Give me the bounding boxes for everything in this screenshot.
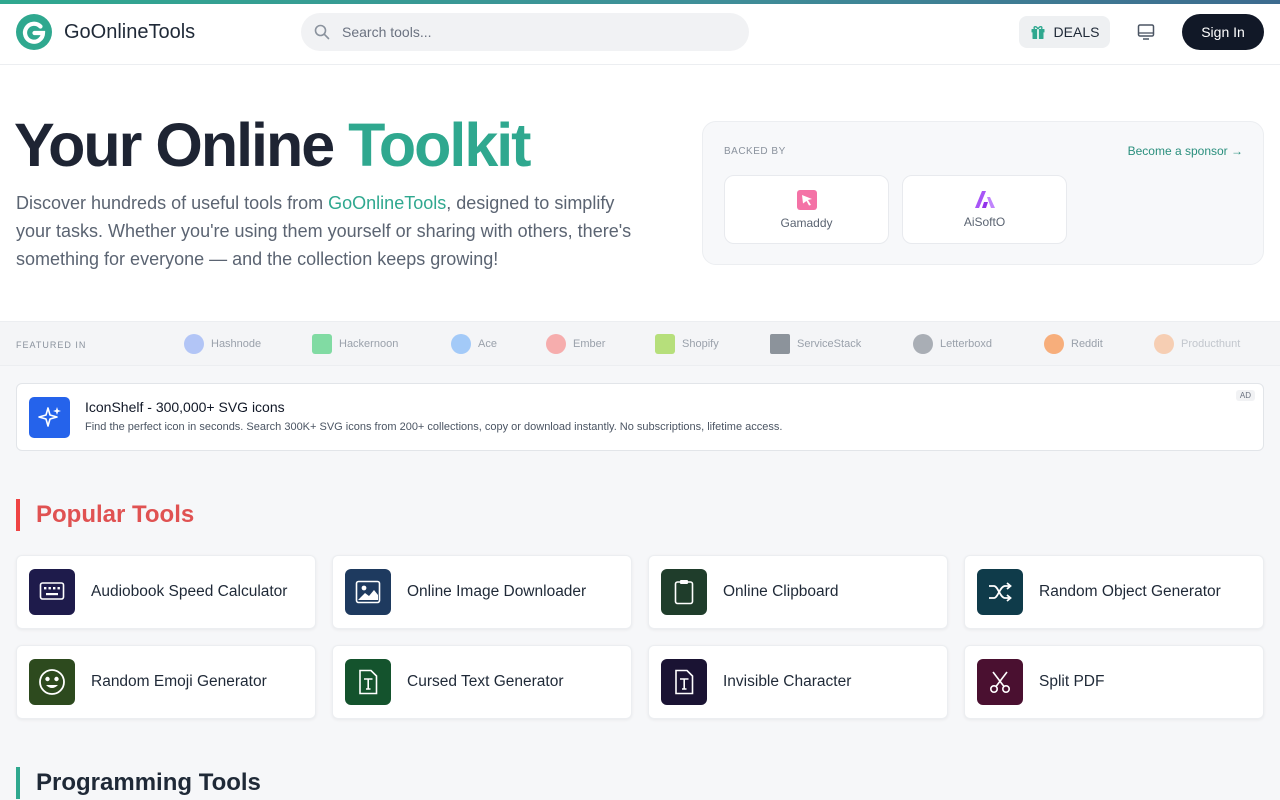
deals-button[interactable]: DEALS: [1019, 16, 1110, 48]
site-header: GoOnlineTools DEALS Sign In: [0, 4, 1280, 65]
clipboard-icon: [661, 569, 707, 615]
sign-in-button[interactable]: Sign In: [1182, 14, 1264, 50]
hero-description: Discover hundreds of useful tools from G…: [16, 193, 632, 269]
tool-label: Random Emoji Generator: [91, 673, 267, 690]
brand-name: GoOnlineTools: [64, 20, 196, 43]
gamaddy-logo-icon: [796, 189, 817, 210]
featured-item-ace[interactable]: Ace: [451, 334, 497, 354]
featured-item-producthunt[interactable]: Producthunt: [1154, 334, 1240, 354]
tool-card-online-image-downloader[interactable]: Online Image Downloader: [332, 555, 632, 629]
featured-item-servicestack[interactable]: ServiceStack: [770, 334, 861, 354]
tool-card-audiobook-speed-calculator[interactable]: Audiobook Speed Calculator: [16, 555, 316, 629]
ad-badge: AD: [1235, 390, 1255, 401]
hackernoon-icon: [312, 334, 332, 354]
popular-tools-heading: Popular Tools: [16, 499, 194, 531]
deals-label: DEALS: [1053, 24, 1100, 40]
producthunt-icon: [1154, 334, 1174, 354]
featured-item-hashnode[interactable]: Hashnode: [184, 334, 261, 354]
tool-label: Random Object Generator: [1039, 583, 1221, 600]
featured-in-label: FEATURED IN: [16, 340, 87, 350]
hero-brand-link[interactable]: GoOnlineTools: [328, 193, 446, 213]
shopify-bag-icon: [655, 334, 675, 354]
featured-item-shopify[interactable]: Shopify: [655, 334, 719, 354]
brand-g-icon: [16, 14, 52, 50]
scissors-icon: [977, 659, 1023, 705]
tool-label: Audiobook Speed Calculator: [91, 583, 288, 600]
tool-card-cursed-text-generator[interactable]: Cursed Text Generator: [332, 645, 632, 719]
featured-item-reddit[interactable]: Reddit: [1044, 334, 1103, 354]
text-file-icon: [345, 659, 391, 705]
cloud-icon: [451, 334, 471, 354]
letterboxd-icon: [913, 334, 933, 354]
tool-card-random-emoji-generator[interactable]: Random Emoji Generator: [16, 645, 316, 719]
text-file-icon: [661, 659, 707, 705]
servicestack-icon: [770, 334, 790, 354]
featured-in-strip: FEATURED IN Hashnode Hackernoon Ace Embe…: [0, 321, 1280, 366]
aisofto-logo-icon: [974, 190, 995, 208]
tool-label: Split PDF: [1039, 673, 1105, 690]
search-icon: [314, 24, 330, 40]
tool-card-invisible-character[interactable]: Invisible Character: [648, 645, 948, 719]
become-sponsor-link[interactable]: Become a sponsor →: [1128, 144, 1243, 158]
search-input[interactable]: [301, 13, 749, 51]
hero-title-accent: Toolkit: [348, 111, 531, 179]
hashnode-icon: [184, 334, 204, 354]
ad-banner[interactable]: IconShelf - 300,000+ SVG icons Find the …: [16, 383, 1264, 451]
emoji-icon: [29, 659, 75, 705]
image-icon: [345, 569, 391, 615]
tool-card-random-object-generator[interactable]: Random Object Generator: [964, 555, 1264, 629]
sparkle-icon: [29, 397, 70, 438]
tool-card-online-clipboard[interactable]: Online Clipboard: [648, 555, 948, 629]
featured-item-letterboxd[interactable]: Letterboxd: [913, 334, 992, 354]
programming-tools-heading: Programming Tools: [16, 767, 261, 799]
monitor-icon[interactable]: [1134, 20, 1158, 44]
ember-icon: [546, 334, 566, 354]
sponsor-card-gamaddy[interactable]: Gamaddy: [724, 175, 889, 244]
tool-label: Invisible Character: [723, 673, 852, 690]
sponsor-card-aisofto[interactable]: AiSoftO: [902, 175, 1067, 244]
hero-title: Your Online Toolkit: [14, 111, 532, 179]
reddit-icon: [1044, 334, 1064, 354]
tool-label: Cursed Text Generator: [407, 673, 564, 690]
tool-label: Online Clipboard: [723, 583, 839, 600]
sponsor-box: BACKED BY Become a sponsor → Gamaddy AiS…: [702, 121, 1264, 265]
backed-by-label: BACKED BY: [724, 146, 786, 157]
hero-section: Your Online Toolkit Discover hundreds of…: [0, 65, 1280, 321]
search-bar[interactable]: [301, 13, 749, 51]
gift-icon: [1031, 26, 1045, 39]
brand-logo[interactable]: GoOnlineTools: [16, 14, 195, 50]
ad-description: Find the perfect icon in seconds. Search…: [85, 421, 783, 433]
featured-item-ember[interactable]: Ember: [546, 334, 605, 354]
keyboard-icon: [29, 569, 75, 615]
shuffle-icon: [977, 569, 1023, 615]
tool-label: Online Image Downloader: [407, 583, 587, 600]
featured-item-hackernoon[interactable]: Hackernoon: [312, 334, 398, 354]
ad-title: IconShelf - 300,000+ SVG icons: [85, 399, 285, 415]
tool-card-split-pdf[interactable]: Split PDF: [964, 645, 1264, 719]
